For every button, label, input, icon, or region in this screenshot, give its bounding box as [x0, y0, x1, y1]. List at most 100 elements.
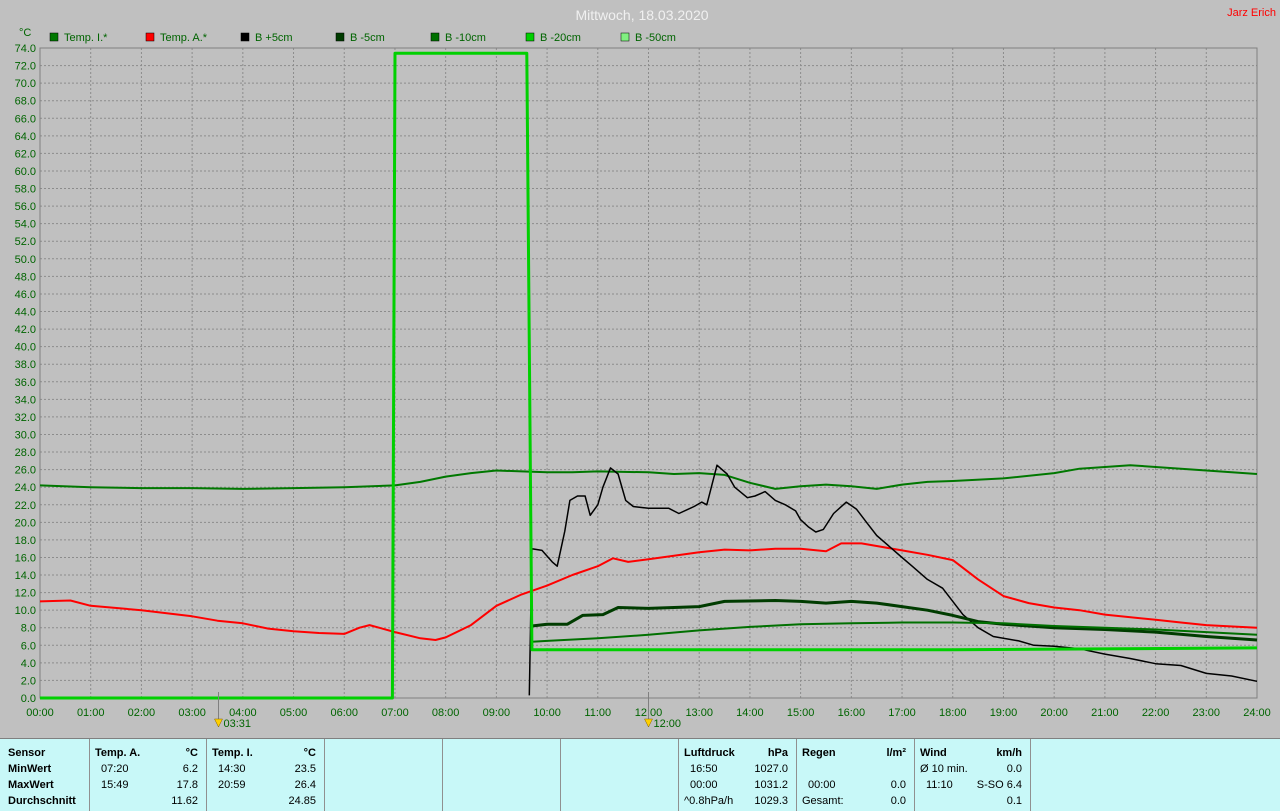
legend-swatch — [620, 32, 630, 42]
row-label-avg: Durchschnitt — [8, 795, 76, 807]
stats-temp-a-column: Temp. A. °C 07:20 6.2 15:49 17.8 11.62 — [89, 739, 207, 811]
y-tick-label: 26.0 — [15, 465, 36, 477]
stats-empty-column-3 — [560, 739, 679, 811]
y-tick-label: 8.0 — [21, 623, 36, 635]
y-tick-label: 70.0 — [15, 78, 36, 90]
y-tick-label: 62.0 — [15, 148, 36, 160]
x-tick-label: 13:00 — [685, 707, 713, 719]
y-tick-label: 74.0 — [15, 43, 36, 55]
x-tick-label: 02:00 — [128, 707, 156, 719]
y-tick-label: 58.0 — [15, 184, 36, 196]
legend-swatch — [525, 32, 535, 42]
chart-legend: Temp. I.* Temp. A.* B +5cm B -5cm B -10cm B -… — [49, 32, 676, 44]
luftdruck-avg-value: 1029.3 — [754, 795, 788, 807]
temp-a-avg-value: 11.62 — [171, 795, 198, 807]
x-tick-label: 06:00 — [330, 707, 358, 719]
series-line-2 — [528, 464, 1258, 696]
wind-max-value: S-SO 6.4 — [976, 779, 1022, 791]
legend-swatch — [430, 32, 440, 42]
stats-sensor-column: Sensor MinWert MaxWert Durchschnitt — [0, 739, 90, 811]
x-tick-label: 03:00 — [178, 707, 206, 719]
chart-canvas: Mittwoch, 18.03.2020 Jarz Erich °C Temp.… — [15, 7, 1276, 730]
y-tick-label: 54.0 — [15, 219, 36, 231]
regen-total-label: Gesamt: — [802, 795, 844, 807]
series-line-3 — [531, 599, 1258, 642]
x-tick-label: 23:00 — [1193, 707, 1221, 719]
stats-empty-column-2 — [442, 739, 561, 811]
y-tick-label: 36.0 — [15, 377, 36, 389]
temp-i-max-time: 20:59 — [218, 779, 246, 791]
stats-temp-i-column: Temp. I. °C 14:30 23.5 20:59 26.4 24.85 — [206, 739, 325, 811]
y-tick-label: 64.0 — [15, 131, 36, 143]
stats-empty-column-1 — [324, 739, 443, 811]
legend-swatch — [145, 32, 155, 42]
y-tick-label: 42.0 — [15, 324, 36, 336]
temp-i-min-value: 23.5 — [294, 763, 316, 775]
x-tick-label: 00:00 — [26, 707, 54, 719]
x-tick-label: 14:00 — [736, 707, 764, 719]
x-tick-label: 08:00 — [432, 707, 460, 719]
x-tick-label: 24:00 — [1243, 707, 1271, 719]
temp-i-avg-value: 24.85 — [288, 795, 316, 807]
y-tick-label: 20.0 — [15, 517, 36, 529]
statistics-panel: Sensor MinWert MaxWert Durchschnitt Temp… — [0, 738, 1280, 811]
wind-day-avg-value: 0.1 — [1006, 795, 1022, 807]
wind-avg-value: 0.0 — [1006, 763, 1022, 775]
temp-i-min-time: 14:30 — [218, 763, 246, 775]
y-tick-label: 56.0 — [15, 201, 36, 213]
sun-icon — [644, 718, 653, 728]
y-tick-label: 72.0 — [15, 61, 36, 73]
x-tick-label: 10:00 — [533, 707, 561, 719]
x-tick-label: 11:00 — [584, 707, 611, 719]
temp-a-min-value: 6.2 — [182, 763, 198, 775]
legend-label: B -10cm — [445, 32, 486, 44]
y-tick-label: 46.0 — [15, 289, 36, 301]
legend-swatch — [240, 32, 250, 42]
chart-title: Mittwoch, 18.03.2020 — [575, 7, 708, 23]
y-tick-label: 48.0 — [15, 271, 36, 283]
sunrise-icon — [214, 718, 223, 728]
y-tick-label: 22.0 — [15, 500, 36, 512]
row-label-min: MinWert — [8, 763, 52, 775]
wind-avg-label: Ø 10 min. — [920, 763, 968, 775]
luftdruck-title: Luftdruck — [684, 747, 735, 759]
luftdruck-trend: ^0.8hPa/h — [684, 795, 734, 807]
sensor-header: Sensor — [8, 747, 46, 759]
chart-grid — [39, 47, 1258, 699]
wind-title: Wind — [920, 747, 947, 759]
y-tick-label: 2.0 — [21, 675, 36, 687]
row-label-max: MaxWert — [8, 779, 54, 791]
legend-label: B -5cm — [350, 32, 385, 44]
y-axis: 0.0 2.0 4.0 6.0 8.0 10.0 12.0 14.0 16.0 18.0 20.0 2… — [15, 43, 36, 705]
y-tick-label: 38.0 — [15, 359, 36, 371]
regen-unit: l/m² — [886, 747, 906, 759]
luftdruck-max-value: 1031.2 — [754, 779, 788, 791]
y-tick-label: 66.0 — [15, 113, 36, 125]
legend-swatch — [335, 32, 345, 42]
y-tick-label: 16.0 — [15, 552, 36, 564]
y-tick-label: 50.0 — [15, 254, 36, 266]
stats-luftdruck-column: Luftdruck hPa 16:50 1027.0 00:00 1031.2 … — [678, 739, 797, 811]
y-axis-unit: °C — [19, 27, 31, 39]
temp-a-min-time: 07:20 — [101, 763, 129, 775]
legend-label: Temp. I.* — [64, 32, 108, 44]
y-tick-label: 52.0 — [15, 236, 36, 248]
y-tick-label: 28.0 — [15, 447, 36, 459]
x-tick-label: 20:00 — [1040, 707, 1068, 719]
temp-a-max-time: 15:49 — [101, 779, 129, 791]
y-tick-label: 0.0 — [21, 693, 36, 705]
x-tick-label: 22:00 — [1142, 707, 1170, 719]
y-tick-label: 24.0 — [15, 482, 36, 494]
regen-title: Regen — [802, 747, 836, 759]
stats-regen-column: Regen l/m² 00:00 0.0 Gesamt: 0.0 — [796, 739, 915, 811]
x-tick-label: 19:00 — [990, 707, 1018, 719]
x-tick-label: 18:00 — [939, 707, 967, 719]
luftdruck-unit: hPa — [767, 747, 788, 759]
wind-max-time: 11:10 — [926, 779, 953, 791]
regen-max-time: 00:00 — [808, 779, 836, 791]
y-tick-label: 44.0 — [15, 307, 36, 319]
luftdruck-min-time: 16:50 — [690, 763, 718, 775]
x-tick-label: 01:00 — [77, 707, 105, 719]
luftdruck-min-value: 1027.0 — [754, 763, 788, 775]
y-tick-label: 40.0 — [15, 342, 36, 354]
